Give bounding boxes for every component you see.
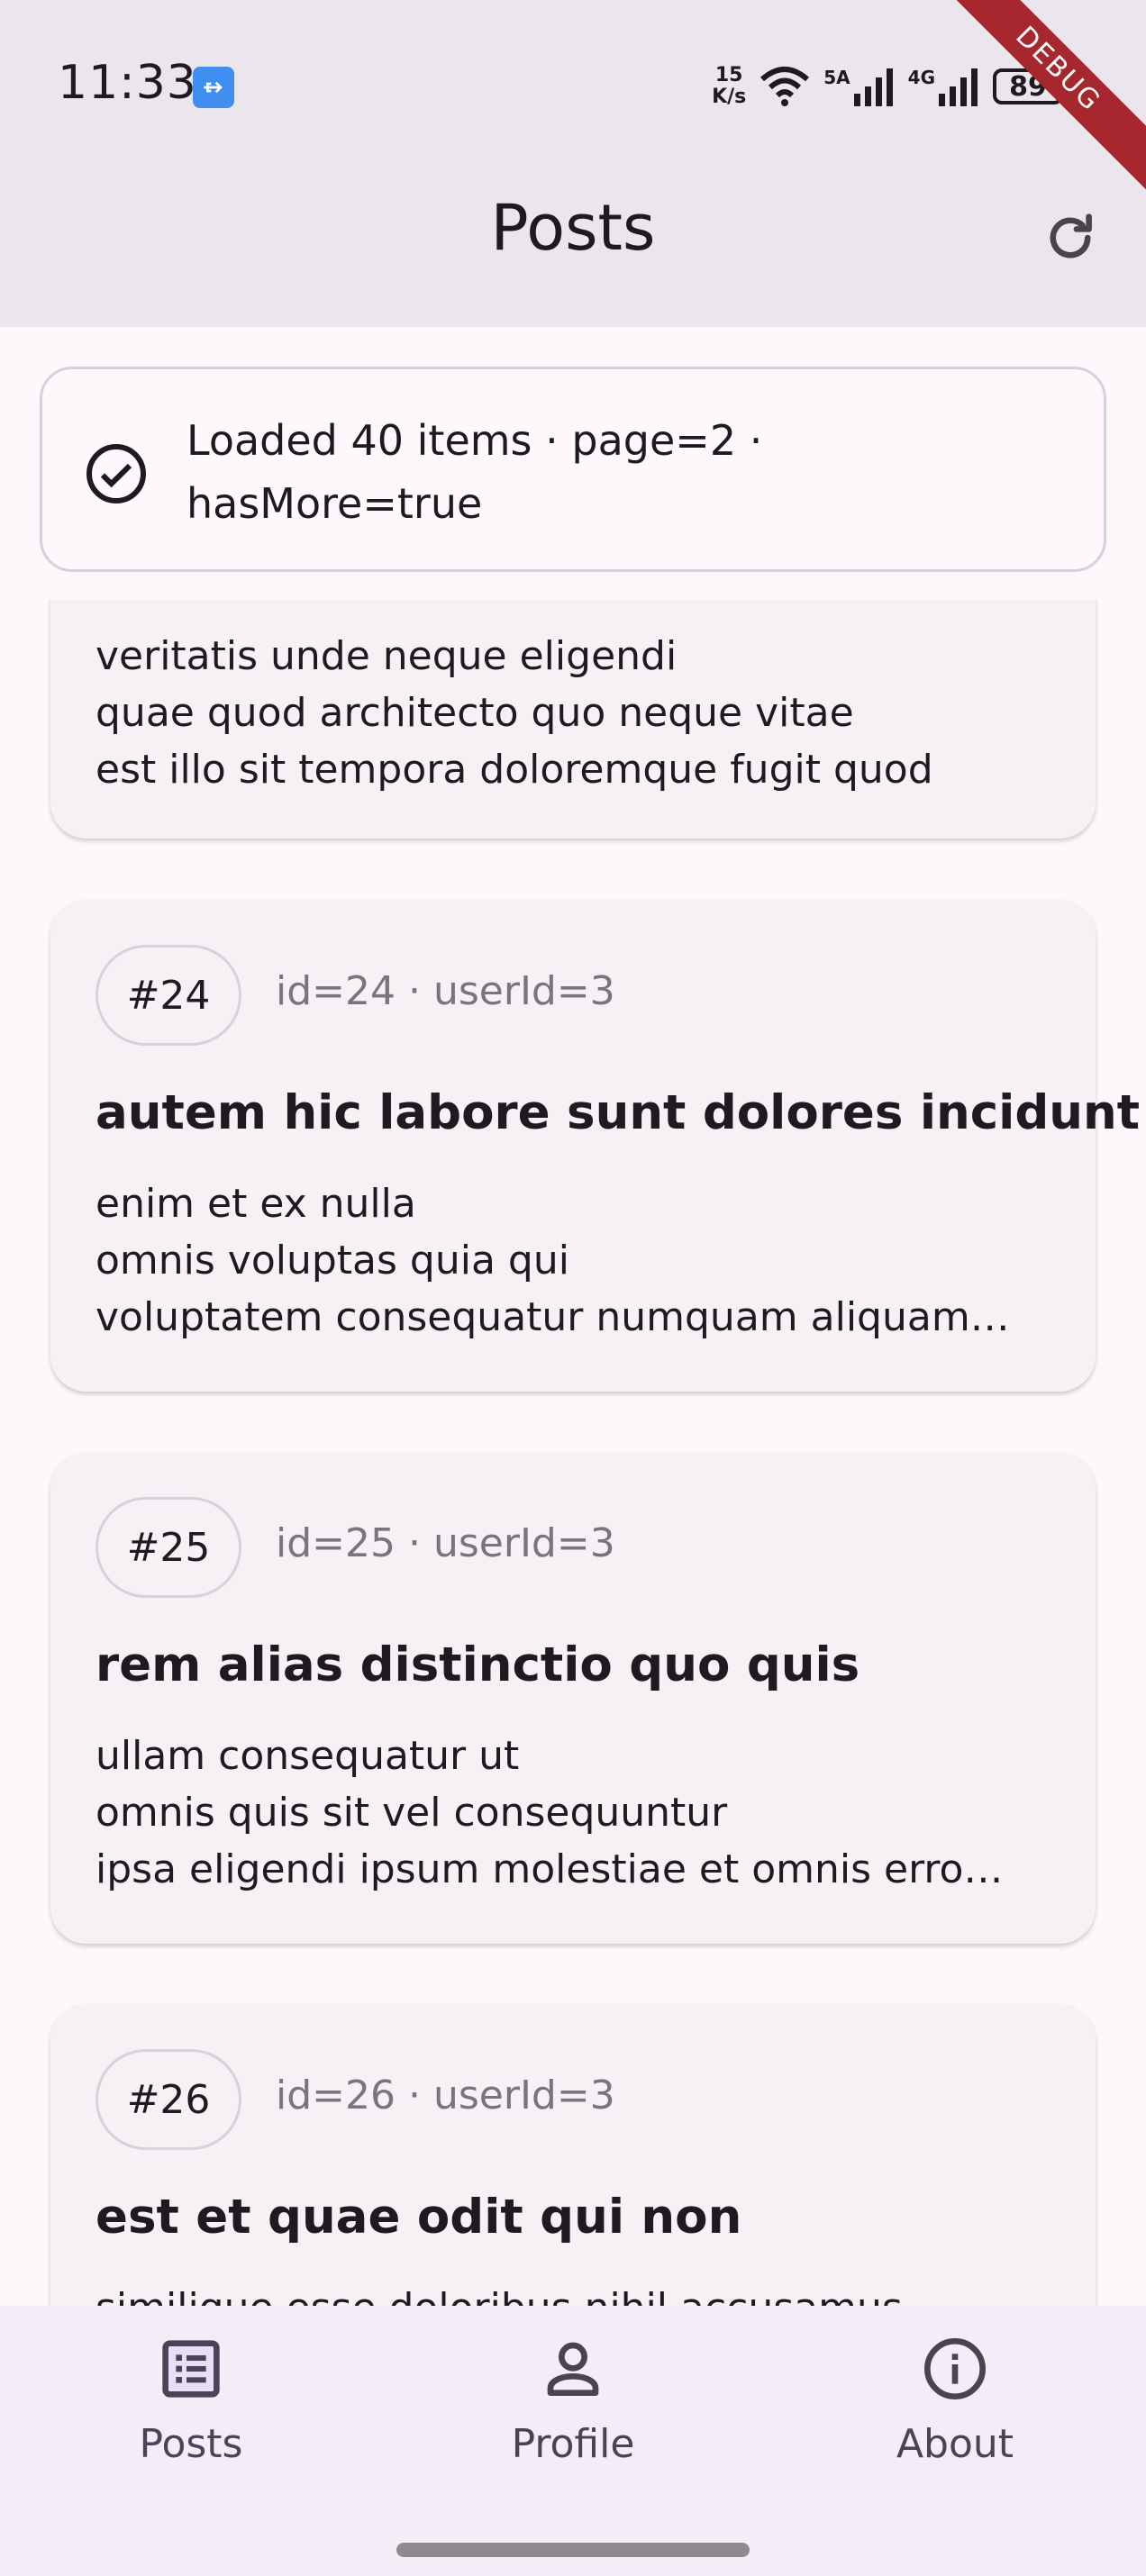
- post-meta: id=25 · userId=3: [276, 1520, 615, 1566]
- posts-list[interactable]: veritatis unde neque eligendi quae quod …: [0, 599, 1146, 2306]
- signal-icon: [939, 68, 978, 106]
- post-card[interactable]: #24 id=24 · userId=3 autem hic labore su…: [50, 900, 1140, 1392]
- signal-icon: [853, 68, 893, 106]
- nav-label: About: [896, 2421, 1014, 2467]
- post-body: enim et ex nulla omnis voluptas quia qui…: [96, 1181, 1010, 1340]
- bottom-nav: Posts Profile About: [0, 2306, 1146, 2576]
- post-id-badge: #25: [96, 1497, 241, 1598]
- home-indicator[interactable]: [396, 2543, 750, 2557]
- post-body: veritatis unde neque eligendi quae quod …: [96, 633, 933, 793]
- page-title: Posts: [490, 191, 656, 265]
- signal-4g: 4G: [908, 67, 980, 106]
- post-body: ullam consequatur ut omnis quis sit vel …: [96, 1733, 1004, 1892]
- nav-profile[interactable]: Profile: [438, 2333, 708, 2513]
- refresh-button[interactable]: [1036, 204, 1105, 272]
- nav-about[interactable]: About: [820, 2333, 1090, 2513]
- status-time: 11:33: [58, 56, 197, 110]
- post-meta: id=24 · userId=3: [276, 968, 615, 1014]
- nav-posts[interactable]: Posts: [56, 2333, 326, 2513]
- post-card[interactable]: #26 id=26 · userId=3 est et quae odit qu…: [50, 2004, 1096, 2306]
- check-circle-icon: [86, 444, 146, 503]
- post-title: rem alias distinctio quo quis: [96, 1637, 860, 1692]
- status-banner: Loaded 40 items · page=2 · hasMore=true: [40, 367, 1106, 572]
- status-icons: 15 K/s 5A 4G 89: [712, 59, 1063, 113]
- info-icon: [924, 2338, 986, 2399]
- status-banner-text: Loaded 40 items · page=2 · hasMore=true: [186, 416, 763, 528]
- nav-label: Posts: [139, 2421, 243, 2467]
- post-title: est et quae odit qui non: [96, 2190, 742, 2245]
- post-title: autem hic labore sunt dolores incidunt: [96, 1085, 1141, 1140]
- net-speed: 15 K/s: [712, 64, 747, 108]
- post-id-badge: #26: [96, 2049, 241, 2150]
- post-body: similique esse doloribus nihil accusamus: [96, 2280, 1060, 2306]
- wifi-icon: [760, 67, 810, 106]
- list-icon: [162, 2340, 220, 2398]
- post-meta: id=26 · userId=3: [276, 2073, 615, 2118]
- post-card[interactable]: #25 id=25 · userId=3 rem alias distincti…: [50, 1452, 1096, 1944]
- refresh-icon: [1050, 213, 1092, 259]
- nav-label: Profile: [511, 2421, 635, 2467]
- top-bar: 11:33 15 K/s 5A 4G 89 DEBUG Posts: [0, 0, 1146, 327]
- post-id-badge: #24: [96, 945, 241, 1046]
- post-card[interactable]: veritatis unde neque eligendi quae quod …: [50, 599, 1096, 839]
- person-icon: [547, 2342, 599, 2396]
- signal-5a: 5A: [823, 67, 895, 106]
- usb-icon: [193, 67, 234, 108]
